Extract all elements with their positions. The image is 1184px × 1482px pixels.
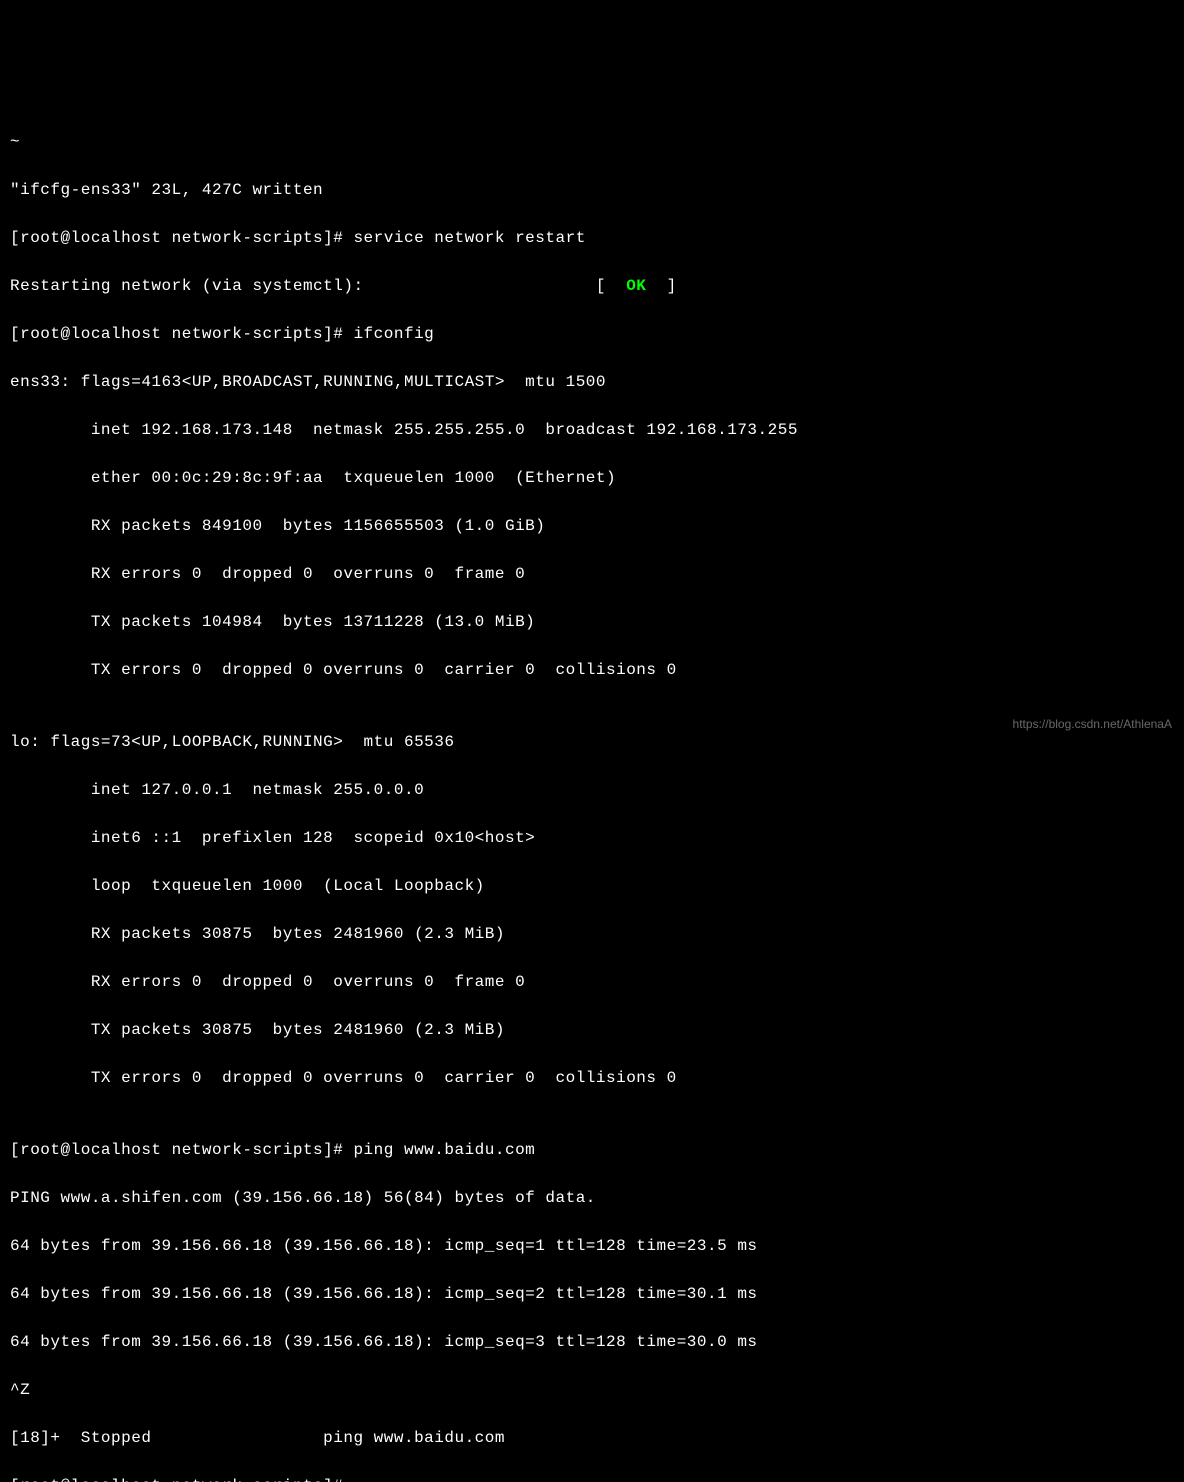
restart-status-line: Restarting network (via systemctl): [ OK… bbox=[10, 274, 1174, 298]
lo-loop: loop txqueuelen 1000 (Local Loopback) bbox=[10, 874, 1174, 898]
ping-reply-2: 64 bytes from 39.156.66.18 (39.156.66.18… bbox=[10, 1282, 1174, 1306]
lo-tx-packets: TX packets 30875 bytes 2481960 (2.3 MiB) bbox=[10, 1018, 1174, 1042]
ens33-ether: ether 00:0c:29:8c:9f:aa txqueuelen 1000 … bbox=[10, 466, 1174, 490]
lo-rx-packets: RX packets 30875 bytes 2481960 (2.3 MiB) bbox=[10, 922, 1174, 946]
ens33-rx-errors: RX errors 0 dropped 0 overruns 0 frame 0 bbox=[10, 562, 1174, 586]
restart-suffix: ] bbox=[646, 277, 676, 295]
watermark: https://blog.csdn.net/AthlenaA bbox=[1013, 715, 1172, 733]
ping-reply-3: 64 bytes from 39.156.66.18 (39.156.66.18… bbox=[10, 1330, 1174, 1354]
ens33-header: ens33: flags=4163<UP,BROADCAST,RUNNING,M… bbox=[10, 370, 1174, 394]
service-restart-cmd: [root@localhost network-scripts]# servic… bbox=[10, 226, 1174, 250]
final-prompt: [root@localhost network-scripts]# bbox=[10, 1474, 1174, 1482]
ping-cmd: [root@localhost network-scripts]# ping w… bbox=[10, 1138, 1174, 1162]
tilde-line: ~ bbox=[10, 130, 1174, 154]
ens33-tx-errors: TX errors 0 dropped 0 overruns 0 carrier… bbox=[10, 658, 1174, 682]
restart-prefix: Restarting network (via systemctl): [ bbox=[10, 277, 626, 295]
ifconfig-cmd: [root@localhost network-scripts]# ifconf… bbox=[10, 322, 1174, 346]
lo-header: lo: flags=73<UP,LOOPBACK,RUNNING> mtu 65… bbox=[10, 730, 1174, 754]
ping-header: PING www.a.shifen.com (39.156.66.18) 56(… bbox=[10, 1186, 1174, 1210]
terminal-output[interactable]: ~ "ifcfg-ens33" 23L, 427C written [root@… bbox=[10, 106, 1174, 827]
ens33-tx-packets: TX packets 104984 bytes 13711228 (13.0 M… bbox=[10, 610, 1174, 634]
ens33-inet: inet 192.168.173.148 netmask 255.255.255… bbox=[10, 418, 1174, 442]
ens33-rx-packets: RX packets 849100 bytes 1156655503 (1.0 … bbox=[10, 514, 1174, 538]
lo-inet: inet 127.0.0.1 netmask 255.0.0.0 bbox=[10, 778, 1174, 802]
ok-status: OK bbox=[626, 277, 646, 295]
lo-inet6: inet6 ::1 prefixlen 128 scopeid 0x10<hos… bbox=[10, 826, 1174, 850]
ctrl-z: ^Z bbox=[10, 1378, 1174, 1402]
lo-tx-errors: TX errors 0 dropped 0 overruns 0 carrier… bbox=[10, 1066, 1174, 1090]
lo-rx-errors: RX errors 0 dropped 0 overruns 0 frame 0 bbox=[10, 970, 1174, 994]
file-written-line: "ifcfg-ens33" 23L, 427C written bbox=[10, 178, 1174, 202]
stopped-line: [18]+ Stopped ping www.baidu.com bbox=[10, 1426, 1174, 1450]
ping-reply-1: 64 bytes from 39.156.66.18 (39.156.66.18… bbox=[10, 1234, 1174, 1258]
